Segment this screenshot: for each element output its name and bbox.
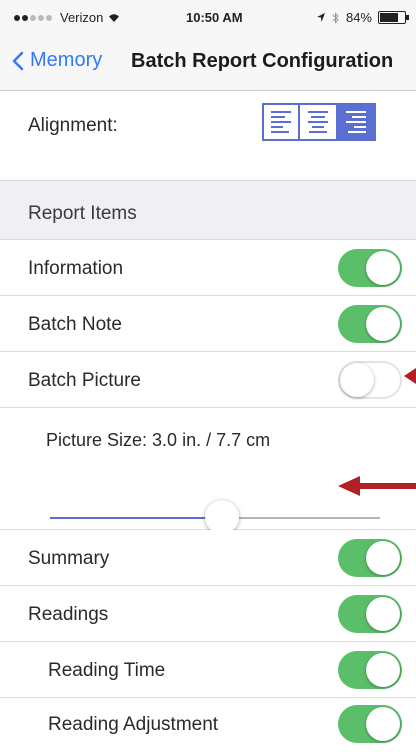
picture-size-label: Picture Size: 3.0 in. / 7.7 cm — [46, 430, 271, 450]
reading-time-row: Reading Time — [0, 642, 416, 698]
navigation-bar: Memory Batch Report Configuration — [0, 32, 416, 91]
section-title: Report Items — [28, 203, 137, 224]
summary-row: Summary — [0, 530, 416, 586]
status-right: 84% — [316, 10, 409, 25]
readings-label: Readings — [28, 604, 109, 625]
annotation-arrow-icon — [338, 476, 416, 496]
reading-time-toggle[interactable] — [338, 651, 402, 689]
readings-row: Readings — [0, 586, 416, 642]
location-icon — [316, 13, 325, 22]
back-label: Memory — [30, 49, 103, 71]
status-time: 10:50 AM — [186, 10, 243, 25]
battery-icon — [378, 11, 409, 24]
information-label: Information — [28, 258, 124, 279]
batch-note-row: Batch Note — [0, 296, 416, 352]
battery-percent: 84% — [345, 10, 372, 25]
align-left-button[interactable] — [262, 103, 300, 141]
status-bar: Verizon 10:50 AM 84% — [0, 0, 416, 32]
align-center-icon — [308, 111, 328, 133]
chevron-left-icon — [12, 51, 24, 70]
batch-picture-toggle[interactable] — [338, 361, 402, 399]
batch-picture-row: Batch Picture — [0, 352, 416, 408]
bluetooth-icon — [332, 11, 339, 24]
alignment-row: Alignment: — [0, 91, 416, 181]
back-button[interactable]: Memory — [12, 49, 102, 72]
report-items-header: Report Items — [0, 181, 416, 240]
alignment-label: Alignment: — [28, 115, 118, 136]
wifi-icon — [109, 13, 120, 22]
align-center-button[interactable] — [300, 103, 338, 141]
alignment-segmented-control — [262, 103, 376, 141]
reading-adjustment-row: Reading Adjustment — [0, 698, 416, 754]
batch-note-label: Batch Note — [28, 314, 122, 335]
batch-note-toggle[interactable] — [338, 305, 402, 343]
status-left: Verizon — [14, 10, 120, 25]
information-toggle[interactable] — [338, 249, 402, 287]
page-title: Batch Report Configuration — [131, 50, 394, 72]
annotation-arrow-icon — [404, 368, 416, 384]
align-right-icon — [346, 111, 366, 133]
align-right-button[interactable] — [338, 103, 376, 141]
readings-toggle[interactable] — [338, 595, 402, 633]
information-row: Information — [0, 240, 416, 296]
reading-adjustment-toggle[interactable] — [338, 705, 402, 743]
slider-fill — [50, 517, 222, 519]
reading-time-label: Reading Time — [48, 660, 166, 681]
slider-thumb[interactable] — [204, 500, 239, 534]
summary-toggle[interactable] — [338, 539, 402, 577]
batch-picture-label: Batch Picture — [28, 370, 141, 391]
summary-label: Summary — [28, 548, 110, 569]
picture-size-slider[interactable] — [50, 500, 380, 534]
reading-adjustment-label: Reading Adjustment — [48, 714, 219, 735]
carrier-name: Verizon — [60, 10, 104, 25]
signal-strength-icon — [14, 14, 54, 21]
align-left-icon — [271, 111, 291, 133]
